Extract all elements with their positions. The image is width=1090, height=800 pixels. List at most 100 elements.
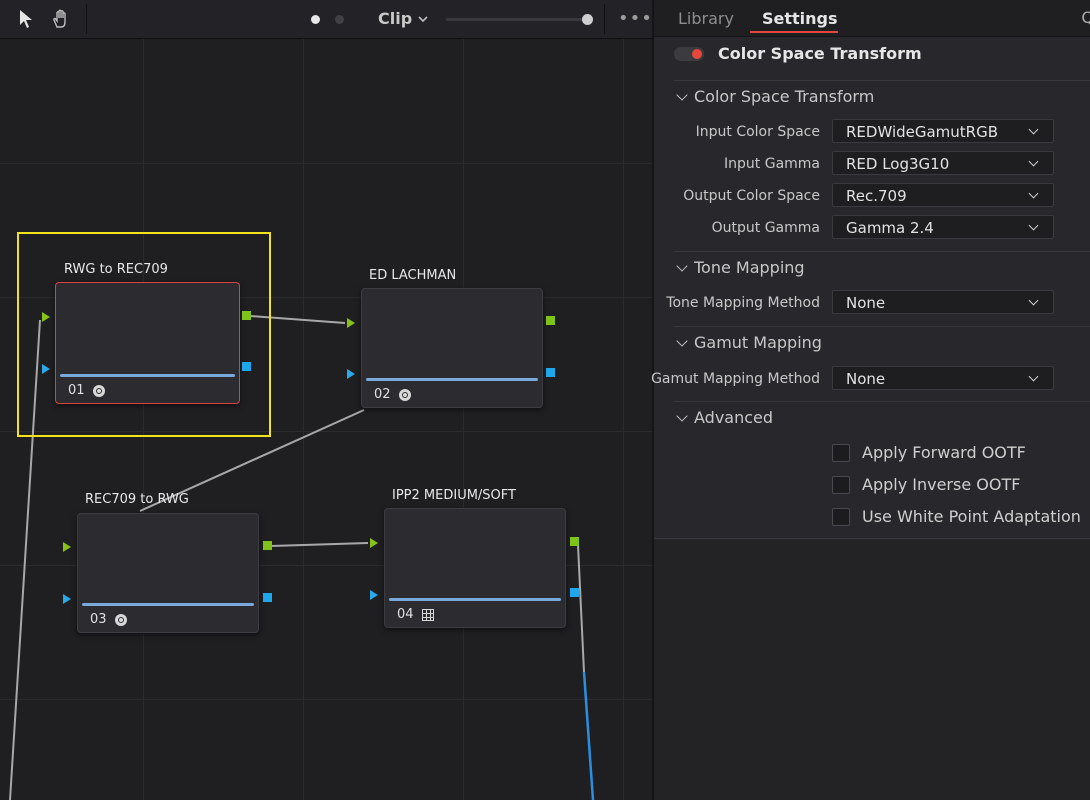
section-header-tone-mapping[interactable]: Tone Mapping bbox=[676, 258, 805, 277]
inspector-tabs: Library Settings Q bbox=[654, 0, 1090, 37]
alpha-output-port[interactable] bbox=[570, 588, 579, 597]
node-progress-bar bbox=[389, 598, 561, 601]
section-header-advanced[interactable]: Advanced bbox=[676, 408, 774, 427]
plugin-header: Color Space Transform bbox=[674, 44, 922, 63]
rgb-output-port[interactable] bbox=[546, 316, 555, 325]
output-color-space-label: Output Color Space bbox=[683, 188, 820, 204]
node-progress-bar bbox=[366, 378, 538, 381]
apply-forward-ootf-checkbox[interactable] bbox=[832, 443, 850, 462]
node-label: IPP2 MEDIUM/SOFT bbox=[392, 488, 516, 503]
tone-mapping-method-dropdown[interactable]: None bbox=[832, 290, 1054, 314]
alpha-input-port[interactable] bbox=[347, 369, 355, 379]
chevron-down-icon bbox=[676, 409, 688, 422]
tone-mapping-method-label: Tone Mapping Method bbox=[666, 295, 820, 311]
section-header-gamut-mapping[interactable]: Gamut Mapping bbox=[676, 333, 822, 352]
page-dot[interactable] bbox=[335, 15, 344, 24]
dropdown-value: RED Log3G10 bbox=[846, 155, 950, 173]
fx-icon bbox=[398, 388, 411, 401]
input-color-space-dropdown[interactable]: REDWideGamutRGB bbox=[832, 119, 1054, 143]
toolbar-divider bbox=[86, 4, 87, 34]
dropdown-value: None bbox=[846, 294, 886, 312]
more-options-button[interactable]: ••• bbox=[618, 8, 652, 29]
input-gamma-dropdown[interactable]: RED Log3G10 bbox=[832, 151, 1054, 175]
node-editor: Clip ••• RWG to REC709 01 ED LACHMAN 02 … bbox=[0, 0, 652, 800]
node-progress-bar bbox=[60, 374, 235, 377]
node-04[interactable]: 04 bbox=[384, 508, 566, 628]
dropdown-value: REDWideGamutRGB bbox=[846, 123, 999, 141]
hand-tool-icon[interactable] bbox=[47, 5, 75, 33]
node-footer: 02 bbox=[374, 387, 411, 402]
pointer-tool-icon[interactable] bbox=[12, 5, 40, 33]
zoom-slider-handle[interactable] bbox=[582, 14, 593, 25]
use-white-point-adaptation-row[interactable]: Use White Point Adaptation bbox=[832, 507, 1081, 526]
inspector-panel: Library Settings Q Color Space Transform… bbox=[651, 0, 1090, 800]
section-title: Color Space Transform bbox=[694, 87, 875, 106]
output-color-space-dropdown[interactable]: Rec.709 bbox=[832, 183, 1054, 207]
section-divider bbox=[674, 401, 1090, 402]
apply-forward-ootf-row[interactable]: Apply Forward OOTF bbox=[832, 443, 1026, 462]
alpha-input-port[interactable] bbox=[370, 590, 378, 600]
node-progress-bar bbox=[82, 603, 254, 606]
rgb-input-port[interactable] bbox=[42, 312, 50, 322]
clip-mode-dropdown[interactable]: Clip bbox=[378, 9, 428, 28]
node-label: RWG to REC709 bbox=[64, 262, 168, 277]
section-title: Gamut Mapping bbox=[694, 333, 822, 352]
grid-icon bbox=[421, 608, 434, 621]
node-01[interactable]: 01 bbox=[55, 282, 240, 404]
output-gamma-label: Output Gamma bbox=[711, 220, 820, 236]
tab-library[interactable]: Library bbox=[678, 9, 734, 28]
node-number: 03 bbox=[90, 612, 107, 627]
rgb-output-port[interactable] bbox=[263, 541, 272, 550]
fx-icon bbox=[92, 384, 105, 397]
checkbox-label: Use White Point Adaptation bbox=[862, 507, 1081, 526]
node-label: ED LACHMAN bbox=[369, 268, 457, 283]
alpha-output-port[interactable] bbox=[242, 362, 251, 371]
rgb-input-port[interactable] bbox=[63, 542, 71, 552]
input-gamma-label: Input Gamma bbox=[724, 156, 820, 172]
alpha-output-port[interactable] bbox=[546, 368, 555, 377]
tab-settings[interactable]: Settings bbox=[762, 9, 838, 28]
alpha-input-port[interactable] bbox=[63, 594, 71, 604]
chevron-down-icon bbox=[1028, 124, 1039, 135]
checkbox-label: Apply Inverse OOTF bbox=[862, 475, 1021, 494]
rgb-output-port[interactable] bbox=[242, 311, 251, 320]
chevron-down-icon bbox=[676, 88, 688, 101]
input-color-space-label: Input Color Space bbox=[695, 124, 820, 140]
chevron-down-icon bbox=[676, 259, 688, 272]
rgb-input-port[interactable] bbox=[370, 538, 378, 548]
plugin-enable-toggle[interactable] bbox=[674, 46, 704, 61]
section-divider bbox=[674, 80, 1090, 81]
apply-inverse-ootf-row[interactable]: Apply Inverse OOTF bbox=[832, 475, 1020, 494]
alpha-input-port[interactable] bbox=[42, 364, 50, 374]
node-number: 01 bbox=[68, 383, 85, 398]
plugin-title: Color Space Transform bbox=[718, 44, 922, 63]
use-white-point-adaptation-checkbox[interactable] bbox=[832, 507, 850, 526]
node-03[interactable]: 03 bbox=[77, 513, 259, 633]
section-divider bbox=[674, 251, 1090, 252]
chevron-down-icon bbox=[1028, 220, 1039, 231]
node-02[interactable]: 02 bbox=[361, 288, 543, 408]
output-gamma-dropdown[interactable]: Gamma 2.4 bbox=[832, 215, 1054, 239]
chevron-down-icon bbox=[1028, 295, 1039, 306]
section-title: Tone Mapping bbox=[694, 258, 805, 277]
rgb-output-port[interactable] bbox=[570, 537, 579, 546]
apply-inverse-ootf-checkbox[interactable] bbox=[832, 475, 850, 494]
zoom-slider[interactable] bbox=[446, 14, 593, 25]
alpha-output-port[interactable] bbox=[263, 593, 272, 602]
clip-mode-label: Clip bbox=[378, 9, 413, 28]
section-title: Advanced bbox=[694, 408, 774, 427]
gamut-mapping-method-dropdown[interactable]: None bbox=[832, 366, 1054, 390]
section-header-cst[interactable]: Color Space Transform bbox=[676, 87, 875, 106]
chevron-down-icon bbox=[418, 15, 428, 22]
inspector-empty-area bbox=[654, 539, 1090, 800]
gamut-mapping-method-label: Gamut Mapping Method bbox=[651, 371, 820, 387]
section-divider bbox=[674, 326, 1090, 327]
chevron-down-icon bbox=[1028, 156, 1039, 167]
rgb-input-port[interactable] bbox=[347, 318, 355, 328]
chevron-down-icon bbox=[1028, 371, 1039, 382]
checkbox-label: Apply Forward OOTF bbox=[862, 443, 1026, 462]
page-dot-active[interactable] bbox=[311, 15, 320, 24]
node-editor-toolbar: Clip ••• bbox=[0, 0, 652, 39]
chevron-down-icon bbox=[676, 334, 688, 347]
node-label: REC709 to RWG bbox=[85, 492, 189, 507]
